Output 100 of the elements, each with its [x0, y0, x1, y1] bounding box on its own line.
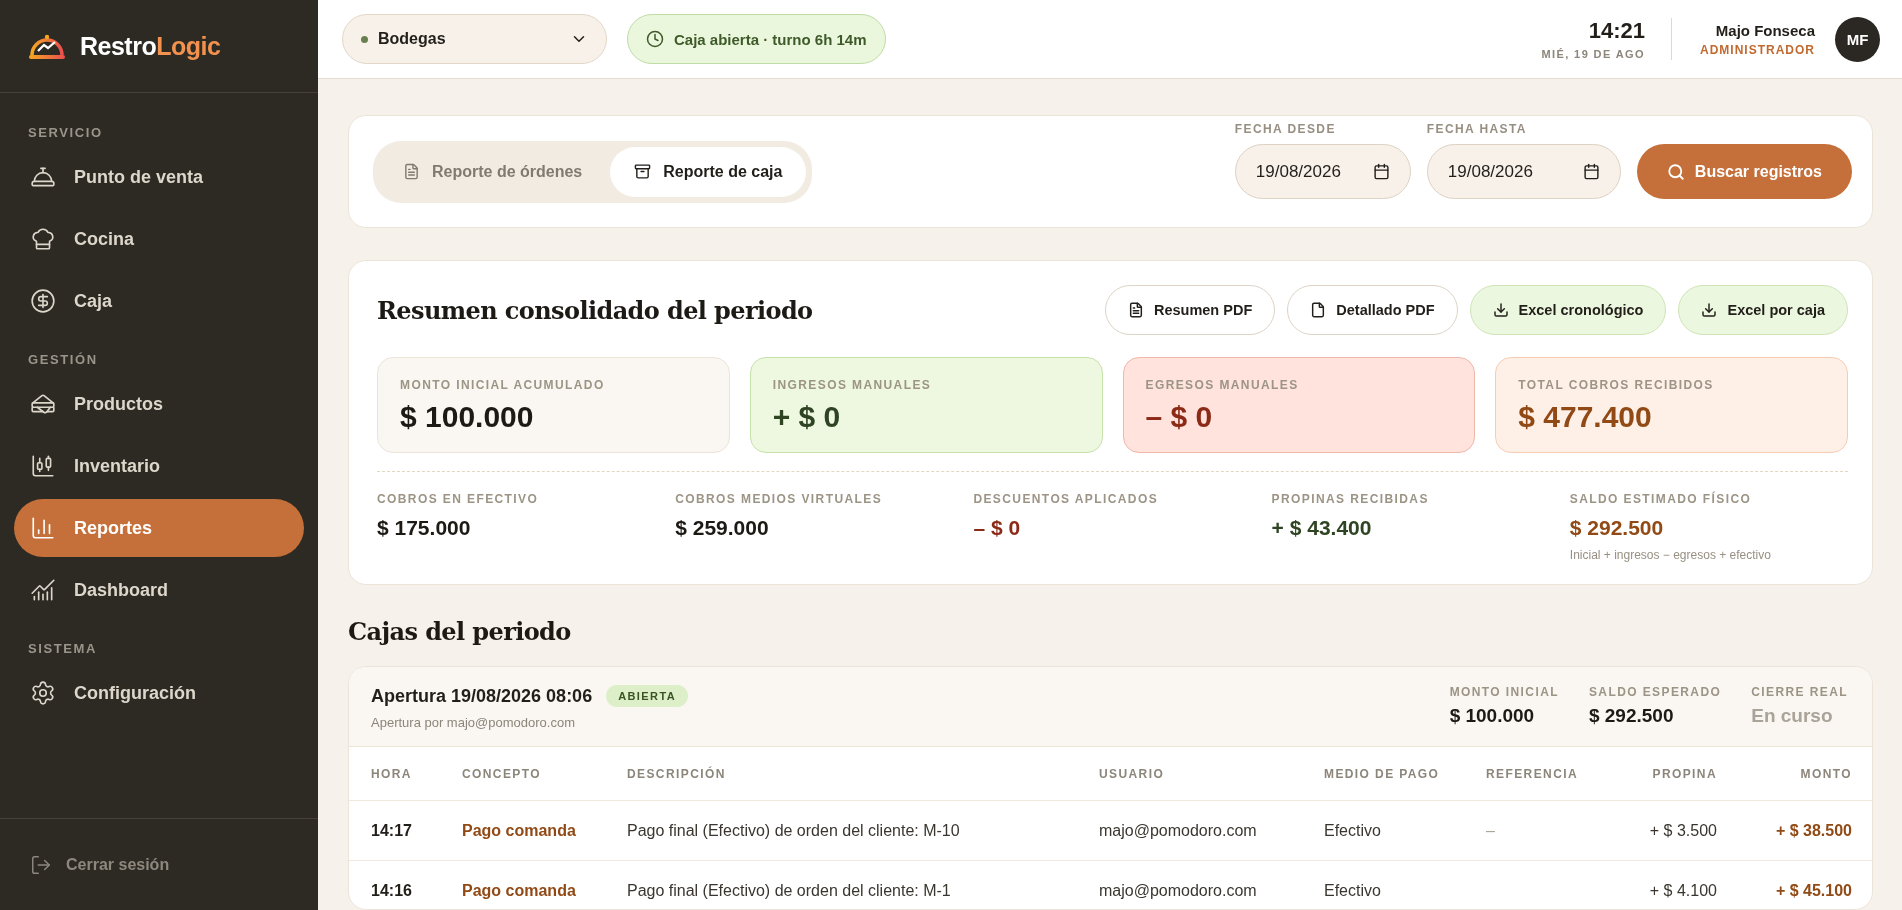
- stat-value: – $ 0: [973, 516, 1022, 541]
- export-button[interactable]: Resumen PDF: [1104, 285, 1276, 336]
- stat-label: COBROS EN EFECTIVO: [377, 492, 540, 507]
- summary-value: $ 477.400: [1518, 400, 1653, 435]
- nav-item[interactable]: Dashboard: [14, 561, 304, 619]
- nav-item[interactable]: Caja: [14, 272, 304, 330]
- table-cell-text: Pago comanda: [462, 821, 577, 840]
- calendar-icon: [1372, 163, 1390, 181]
- table-cell-text: Pago final (Efectivo) de orden del cliente: M-10: [627, 821, 961, 840]
- table-cell-text: 14:16: [371, 881, 413, 900]
- nav-item[interactable]: Punto de venta: [14, 148, 304, 206]
- stat-label: COBROS MEDIOS VIRTUALES: [675, 492, 884, 507]
- calendar-icon: [1582, 163, 1600, 181]
- export-button[interactable]: Detallado PDF: [1287, 285, 1458, 336]
- column-header: REFERENCIA: [1486, 766, 1579, 781]
- shift-status-badge: Caja abierta · turno 6h 14m: [627, 14, 886, 64]
- table-cell-text: + $ 45.100: [1774, 881, 1852, 900]
- stat-label: PROPINAS RECIBIDAS: [1271, 492, 1430, 507]
- session-title: Apertura 19/08/2026 08:06: [371, 685, 593, 707]
- table-cell-text: Efectivo: [1324, 821, 1382, 840]
- nav-section-title: SERVICIO: [27, 124, 104, 142]
- status-badge: ABIERTA: [606, 685, 689, 708]
- metric-value: En curso: [1751, 705, 1834, 728]
- column-header: PROPINA: [1651, 766, 1717, 781]
- nav-item[interactable]: Configuración: [14, 664, 304, 722]
- logout-link[interactable]: Cerrar sesión: [30, 853, 170, 876]
- settings-icon: [30, 680, 56, 706]
- download-icon: [1701, 302, 1718, 319]
- nav-item[interactable]: Reportes: [14, 499, 304, 557]
- table-cell-text: Pago final (Efectivo) de orden del cliente: M-1: [627, 881, 952, 900]
- summary-value: – $ 0: [1145, 400, 1214, 435]
- table-cell-text: + $ 38.500: [1774, 821, 1852, 840]
- user-role: ADMINISTRADOR: [1700, 42, 1815, 57]
- growth-chart-icon: [30, 577, 56, 603]
- column-header: MONTO: [1799, 766, 1852, 781]
- status-dot-icon: [361, 35, 368, 43]
- logout-icon: [30, 853, 52, 876]
- report-tab[interactable]: Reporte de órdenes: [379, 146, 607, 197]
- metric-value: $ 100.000: [1449, 705, 1536, 728]
- summary-label: MONTO INICIAL ACUMULADO: [400, 378, 606, 393]
- export-button[interactable]: Excel cronológico: [1469, 285, 1667, 336]
- stat-value: $ 259.000: [675, 516, 770, 541]
- document-icon: [403, 163, 420, 181]
- stat-value: $ 175.000: [377, 516, 472, 541]
- date-field[interactable]: 19/08/2026: [1234, 144, 1411, 200]
- candlestick-icon: [30, 453, 56, 479]
- summary-value: + $ 0: [772, 400, 842, 435]
- report-tab[interactable]: Reporte de caja: [610, 146, 807, 197]
- date-label: FECHA HASTA: [1426, 122, 1528, 137]
- metric-value: $ 292.500: [1588, 705, 1675, 728]
- stat-value: + $ 43.400: [1271, 516, 1373, 541]
- metric-label: MONTO INICIAL: [1449, 685, 1559, 700]
- document-icon: [1127, 302, 1144, 319]
- table-cell-text: + $ 3.500: [1648, 821, 1717, 840]
- archive-box-icon: [634, 163, 652, 181]
- column-header: MEDIO DE PAGO: [1324, 766, 1441, 781]
- clock-icon: [646, 30, 664, 48]
- dollar-coin-icon: [30, 288, 56, 314]
- current-time: 14:21: [1588, 18, 1645, 44]
- table-cell-text: + $ 4.100: [1648, 881, 1717, 900]
- user-name: Majo Fonseca: [1715, 21, 1815, 39]
- current-date: MIÉ, 19 DE AGO: [1541, 48, 1645, 60]
- nav-item[interactable]: Inventario: [14, 437, 304, 495]
- stat-note: Inicial + ingresos − egresos + efectivo: [1569, 548, 1772, 563]
- summary-label: TOTAL COBROS RECIBIDOS: [1518, 378, 1715, 393]
- summary-value: $ 100.000: [400, 400, 535, 435]
- nav-section-title: GESTIÓN: [27, 351, 99, 369]
- file-icon: [1310, 302, 1327, 319]
- metric-label: CIERRE REAL: [1751, 685, 1848, 700]
- export-button[interactable]: Excel por caja: [1678, 285, 1848, 336]
- branch-select[interactable]: Bodegas: [342, 14, 607, 64]
- chef-hat-icon: [30, 226, 56, 252]
- nav-item[interactable]: Productos: [14, 375, 304, 433]
- metric-label: SALDO ESPERADO: [1588, 685, 1722, 700]
- user-avatar[interactable]: MF: [1835, 16, 1880, 62]
- bar-chart-icon: [30, 515, 56, 541]
- nav-item[interactable]: Cocina: [14, 210, 304, 268]
- brand-name: RestroLogic: [80, 31, 221, 61]
- stat-value: $ 292.500: [1569, 516, 1665, 541]
- date-label: FECHA DESDE: [1234, 122, 1337, 137]
- table-cell-text: majo@pomodoro.com: [1099, 821, 1258, 840]
- table-cell-text: 14:17: [371, 821, 413, 840]
- table-cell-text: Efectivo: [1324, 881, 1382, 900]
- date-field[interactable]: 19/08/2026: [1426, 144, 1621, 200]
- summary-label: INGRESOS MANUALES: [772, 378, 933, 393]
- table-cell-text: –: [1486, 821, 1496, 840]
- search-button[interactable]: Buscar registros: [1636, 144, 1852, 200]
- table-cell-text: majo@pomodoro.com: [1099, 881, 1258, 900]
- column-header: HORA: [371, 766, 413, 781]
- download-icon: [1492, 302, 1509, 319]
- session-subtitle: Apertura por majo@pomodoro.com: [371, 715, 576, 731]
- search-icon: [1666, 162, 1685, 181]
- column-header: CONCEPTO: [462, 766, 542, 781]
- nav-section-title: SISTEMA: [27, 640, 98, 658]
- section-title: Cajas del periodo: [348, 617, 572, 647]
- column-header: DESCRIPCIÓN: [627, 766, 727, 781]
- section-title: Resumen consolidado del periodo: [377, 295, 813, 325]
- summary-label: EGRESOS MANUALES: [1145, 378, 1300, 393]
- stat-label: SALDO ESTIMADO FÍSICO: [1569, 492, 1753, 507]
- column-header: USUARIO: [1099, 766, 1166, 781]
